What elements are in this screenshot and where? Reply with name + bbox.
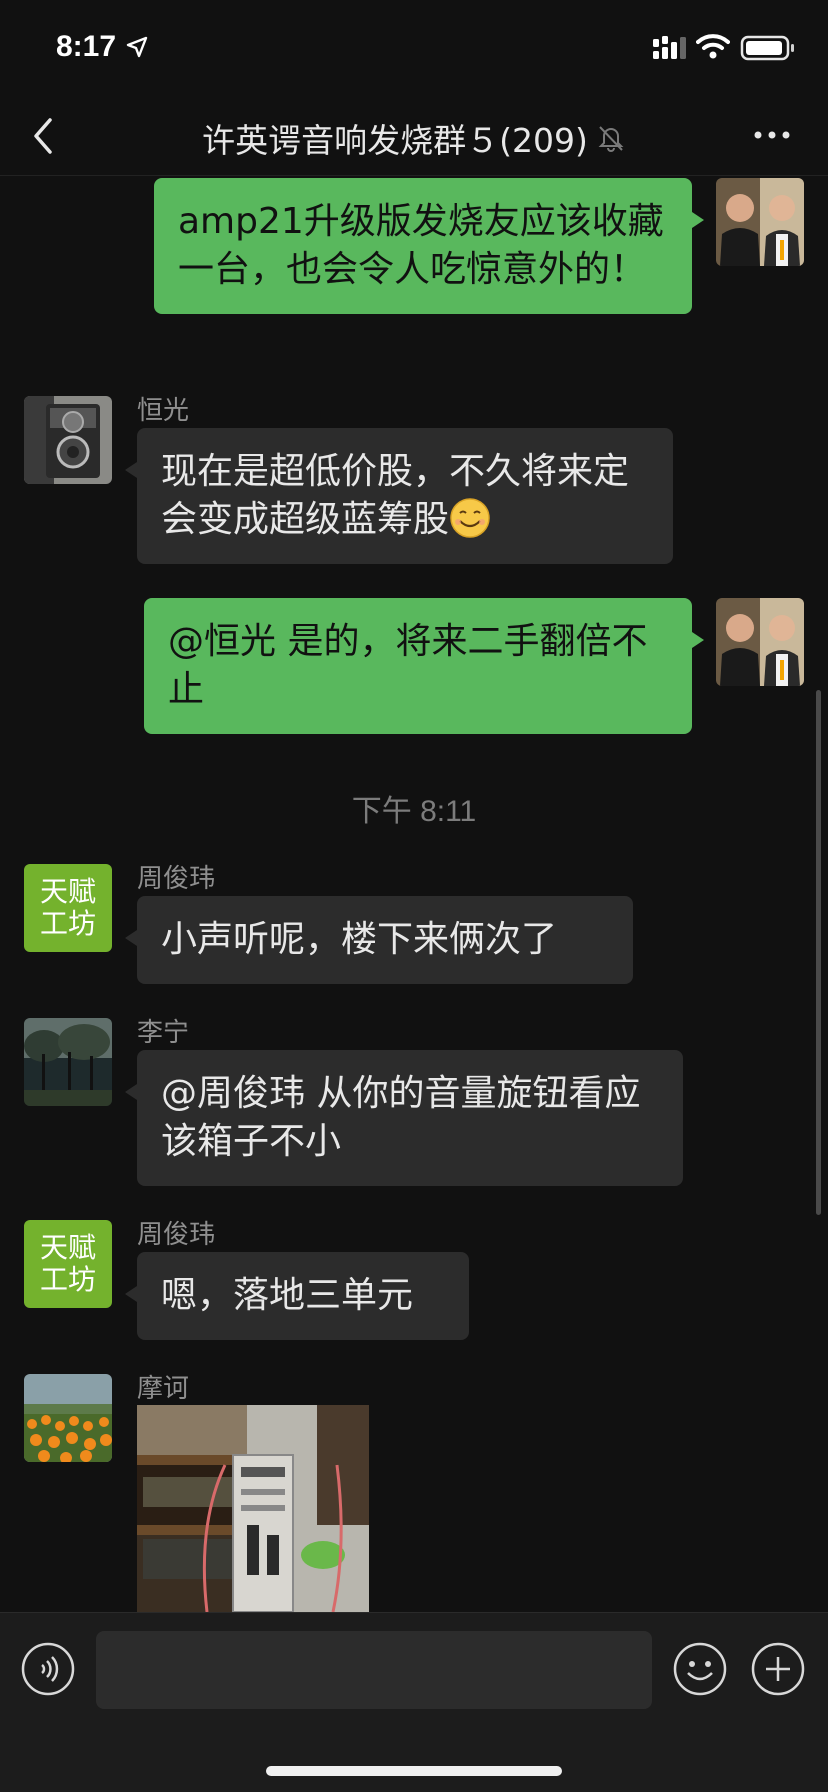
location-arrow-icon [126,36,148,58]
home-indicator[interactable] [266,1766,562,1776]
cellular-signal-icon [653,36,686,59]
message-bubble-outgoing[interactable]: @恒光 是的，将来二手翻倍不止 [144,598,704,734]
message-bubble-incoming[interactable]: @周俊玮 从你的音量旋钮看应该箱子不小 [125,1050,683,1186]
message-text: @恒光 是的，将来二手翻倍不止 [168,621,648,710]
voice-input-icon[interactable] [20,1641,76,1697]
avatar-brand-line: 工坊 [39,1263,96,1296]
message-bubble-incoming[interactable]: 嗯，落地三单元 [125,1252,469,1340]
message-text: 小声听呢，楼下来俩次了 [161,919,558,960]
message-text: @周俊玮 从你的音量旋钮看应该箱子不小 [161,1073,641,1162]
chat-title: 许英谔音响发烧群５(209) [202,121,588,160]
sender-avatar-zhoujunwei[interactable]: 天赋 工坊 [24,1220,112,1308]
sender-avatar-henguang[interactable] [24,396,112,484]
status-bar: 8:17 [0,0,828,100]
sender-name: 摩诃 [137,1374,190,1404]
message-input[interactable] [96,1631,652,1709]
sender-avatar-lining[interactable] [24,1018,112,1106]
sender-avatar-mohe[interactable] [24,1374,112,1462]
status-time: 8:17 [56,30,117,63]
emoji-picker-icon[interactable] [672,1641,728,1697]
chat-title-container: 许英谔音响发烧群５(209) [0,114,828,162]
message-bubble-incoming[interactable]: 小声听呢，楼下来俩次了 [125,896,633,984]
avatar-brand-line: 工坊 [39,907,96,940]
battery-icon [740,35,794,61]
my-avatar[interactable] [716,598,804,686]
my-avatar[interactable] [716,178,804,266]
scroll-indicator[interactable] [816,690,821,1215]
message-text: amp21升级版发烧友应该收藏一台，也会令人吃惊意外的！ [178,201,664,290]
sender-name: 周俊玮 [137,864,216,894]
sender-name: 李宁 [137,1018,190,1048]
message-text: 嗯，落地三单元 [161,1275,414,1316]
input-bar [0,1612,828,1792]
avatar-brand-line: 天赋 [39,1231,96,1264]
wifi-icon [696,34,730,59]
message-bubble-outgoing[interactable]: amp21升级版发烧友应该收藏一台，也会令人吃惊意外的！ [154,178,704,314]
message-text: 现在是超低价股，不久将来定会变成超级蓝筹股 [161,451,630,540]
message-timestamp: 下午 8:11 [351,795,477,828]
message-bubble-incoming[interactable]: 现在是超低价股，不久将来定会变成超级蓝筹股 [125,428,673,564]
image-message-thumbnail[interactable] [137,1405,369,1612]
avatar-brand-line: 天赋 [39,875,96,908]
more-options-icon[interactable] [752,128,792,142]
sender-name: 周俊玮 [137,1220,216,1250]
smile-emoji-icon [450,498,490,538]
more-actions-plus-icon[interactable] [750,1641,806,1697]
chat-header: 许英谔音响发烧群５(209) [0,100,828,176]
sender-avatar-zhoujunwei[interactable]: 天赋 工坊 [24,864,112,952]
muted-bell-icon [598,126,624,152]
sender-name: 恒光 [137,396,190,426]
